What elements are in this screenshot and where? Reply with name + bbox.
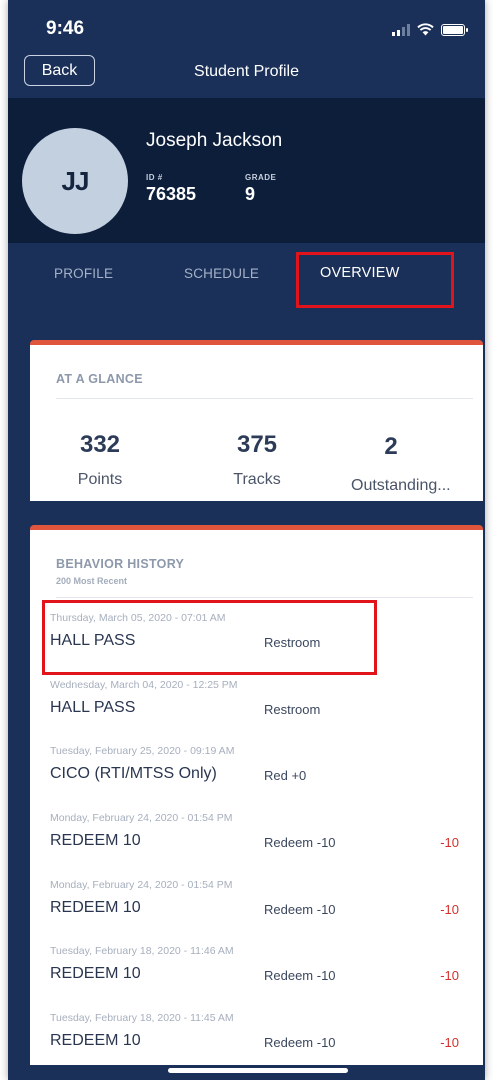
entry-date: Monday, February 24, 2020 - 01:54 PM — [50, 812, 233, 824]
phone-screen: 9:46 Back Student Profile JJ Joseph Jack… — [8, 0, 485, 1080]
entry-date: Tuesday, February 18, 2020 - 11:46 AM — [50, 945, 234, 957]
tracks-label: Tracks — [233, 471, 281, 488]
student-id-label: ID # — [146, 173, 163, 182]
behavior-history-title: BEHAVIOR HISTORY — [56, 557, 185, 571]
student-name: Joseph Jackson — [146, 130, 283, 151]
outstanding-value: 2 — [384, 433, 398, 460]
card-divider — [56, 597, 473, 598]
entry-detail: Redeem -10 — [264, 968, 336, 983]
entry-points: -10 — [440, 835, 459, 850]
status-icons — [392, 22, 468, 36]
entry-type: REDEEM 10 — [50, 1032, 141, 1049]
points-label: Points — [77, 471, 123, 488]
grade-value: 9 — [245, 184, 256, 204]
history-entry[interactable]: Tuesday, February 18, 2020 - 11:45 AM RE… — [30, 1012, 483, 1072]
profile-header: JJ Joseph Jackson ID # 76385 GRADE 9 — [8, 98, 485, 243]
entry-detail: Redeem -10 — [264, 835, 336, 850]
student-id-value: 76385 — [146, 184, 197, 204]
entry-type: REDEEM 10 — [50, 832, 141, 849]
history-entry[interactable]: Tuesday, February 25, 2020 - 09:19 AM CI… — [30, 745, 483, 805]
entry-type: REDEEM 10 — [50, 965, 141, 982]
entry-type: HALL PASS — [50, 699, 136, 716]
status-time: 9:46 — [46, 18, 85, 39]
card-divider — [56, 398, 473, 399]
entry-date: Tuesday, February 18, 2020 - 11:45 AM — [50, 1012, 234, 1024]
at-a-glance-card: AT A GLANCE 332 Points 375 Tracks 2 Outs… — [30, 340, 483, 501]
signal-icon — [392, 24, 410, 36]
history-entry[interactable]: Monday, February 24, 2020 - 01:54 PM RED… — [30, 879, 483, 939]
overview-tab-highlight — [296, 252, 454, 308]
tracks-value: 375 — [236, 431, 278, 458]
entry-detail: Red +0 — [264, 768, 307, 783]
entry-points: -10 — [440, 902, 459, 917]
history-entry[interactable]: Monday, February 24, 2020 - 01:54 PM RED… — [30, 812, 483, 872]
battery-icon — [441, 24, 468, 36]
entry-detail: Redeem -10 — [264, 1035, 336, 1050]
entry-detail: Redeem -10 — [264, 902, 336, 917]
first-entry-highlight — [42, 600, 377, 675]
entry-date: Wednesday, March 04, 2020 - 12:25 PM — [50, 679, 238, 691]
wifi-icon — [417, 23, 434, 36]
at-a-glance-title: AT A GLANCE — [56, 372, 143, 386]
history-entry[interactable]: Wednesday, March 04, 2020 - 12:25 PM HAL… — [30, 679, 483, 739]
entry-detail: Restroom — [264, 702, 321, 717]
history-entry[interactable]: Tuesday, February 18, 2020 - 11:46 AM RE… — [30, 945, 483, 1005]
page-title: Student Profile — [194, 63, 299, 80]
status-bar: 9:46 — [8, 0, 485, 48]
entry-points: -10 — [440, 1035, 459, 1050]
entry-type: REDEEM 10 — [50, 899, 141, 916]
behavior-history-subtitle: 200 Most Recent — [56, 576, 128, 586]
entry-date: Tuesday, February 25, 2020 - 09:19 AM — [50, 745, 235, 757]
entry-type: CICO (RTI/MTSS Only) — [50, 765, 217, 782]
tab-schedule[interactable]: SCHEDULE — [184, 266, 259, 281]
home-indicator[interactable] — [168, 1068, 348, 1073]
outstanding-label: Outstanding... — [351, 477, 451, 494]
avatar: JJ — [22, 128, 128, 234]
entry-points: -10 — [440, 968, 459, 983]
points-value: 332 — [79, 431, 121, 458]
tab-profile[interactable]: PROFILE — [54, 266, 113, 281]
entry-date: Monday, February 24, 2020 - 01:54 PM — [50, 879, 233, 891]
grade-label: GRADE — [245, 173, 277, 182]
